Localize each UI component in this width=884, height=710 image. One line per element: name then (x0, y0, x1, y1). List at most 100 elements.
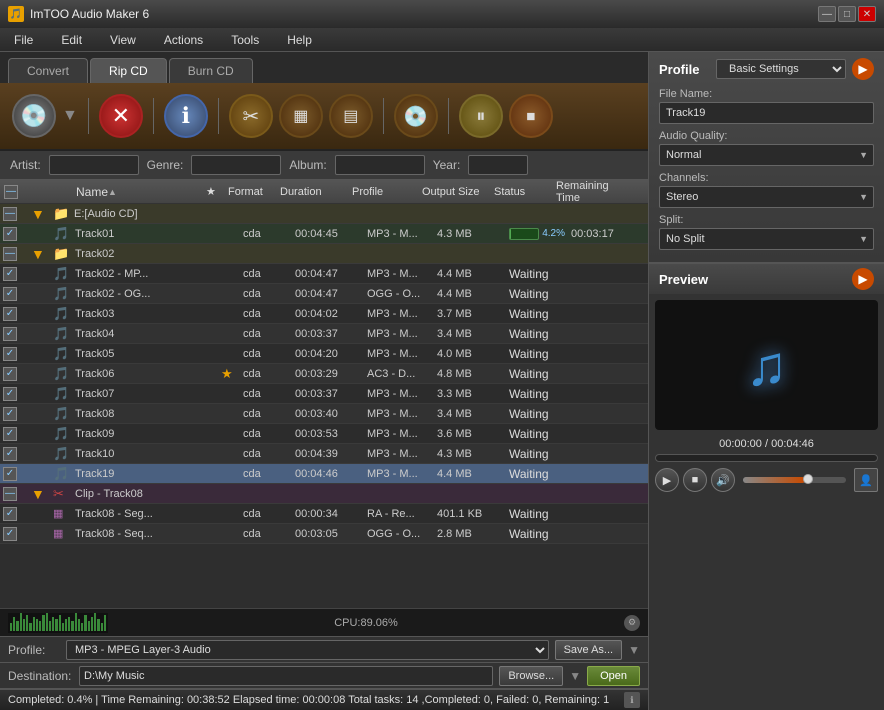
volume-button[interactable]: 🔊 (711, 468, 735, 492)
destination-input[interactable] (79, 666, 493, 686)
header-profile[interactable]: Profile (348, 186, 418, 198)
list-item[interactable]: 🎵 Track10 cda 00:04:39 MP3 - M... 4.3 MB… (0, 444, 648, 464)
genre-input[interactable] (191, 155, 281, 175)
list-item[interactable]: 🎵 Track05 cda 00:04:20 MP3 - M... 4.0 MB… (0, 344, 648, 364)
header-output-size[interactable]: Output Size (418, 186, 490, 198)
open-button[interactable]: Open (587, 666, 640, 686)
list-item[interactable]: ▼ 📁 Track02 (0, 244, 648, 264)
header-check[interactable] (0, 185, 28, 199)
volume-slider[interactable] (743, 477, 846, 483)
row-checkbox[interactable] (3, 307, 17, 321)
browse-dropdown[interactable]: ▼ (569, 669, 581, 683)
strip-button[interactable]: ▦ (279, 94, 323, 138)
row-checkbox[interactable] (3, 247, 17, 261)
menu-file[interactable]: File (8, 31, 39, 49)
audio-quality-select[interactable]: Normal High Low (659, 144, 874, 166)
cd-button[interactable]: 💿 (394, 94, 438, 138)
minimize-button[interactable]: — (818, 6, 836, 22)
row-star[interactable]: ★ (218, 366, 240, 382)
row-checkbox[interactable] (3, 527, 17, 541)
list-item[interactable]: ▦ Track08 - Seg... cda 00:00:34 RA - Re.… (0, 504, 648, 524)
close-button[interactable]: ✕ (858, 6, 876, 22)
tab-burn-cd[interactable]: Burn CD (169, 58, 253, 83)
tab-rip-cd[interactable]: Rip CD (90, 58, 167, 83)
folder-expand-icon[interactable]: ▼ (31, 486, 45, 502)
list-item[interactable]: 🎵 Track09 cda 00:03:53 MP3 - M... 3.6 MB… (0, 424, 648, 444)
list-item[interactable]: ▦ Track08 - Seq... cda 00:03:05 OGG - O.… (0, 524, 648, 544)
list-item[interactable]: 🎵 Track19 cda 00:04:46 MP3 - M... 4.4 MB… (0, 464, 648, 484)
menu-actions[interactable]: Actions (158, 31, 209, 49)
menu-help[interactable]: Help (281, 31, 318, 49)
status-info-icon[interactable]: ℹ (624, 692, 640, 708)
save-as-button[interactable]: Save As... (555, 640, 623, 660)
profile-select[interactable]: MP3 - MPEG Layer-3 Audio (66, 640, 549, 660)
list-item[interactable]: 🎵 Track02 - OG... cda 00:04:47 OGG - O..… (0, 284, 648, 304)
list-item[interactable]: 🎵 Track07 cda 00:03:37 MP3 - M... 3.3 MB… (0, 384, 648, 404)
cpu-icon[interactable]: ⚙ (624, 615, 640, 631)
scissors-button[interactable]: ✂ (229, 94, 273, 138)
browse-button[interactable]: Browse... (499, 666, 563, 686)
year-input[interactable] (468, 155, 528, 175)
menu-view[interactable]: View (104, 31, 142, 49)
header-status[interactable]: Status (490, 186, 552, 198)
row-checkbox[interactable] (3, 227, 17, 241)
waveform-display (8, 613, 108, 633)
row-checkbox[interactable] (3, 487, 17, 501)
menu-tools[interactable]: Tools (225, 31, 265, 49)
list-item[interactable]: 🎵 Track08 cda 00:03:40 MP3 - M... 3.4 MB… (0, 404, 648, 424)
list-item[interactable]: 🎵 Track06 ★ cda 00:03:29 AC3 - D... 4.8 … (0, 364, 648, 384)
header-format[interactable]: Format (224, 186, 276, 198)
tab-convert[interactable]: Convert (8, 58, 88, 83)
row-checkbox[interactable] (3, 387, 17, 401)
file-name-input[interactable] (659, 102, 874, 124)
profile-icon[interactable]: 👤 (854, 468, 878, 492)
row-duration: 00:04:45 (292, 228, 364, 240)
stop-preview-button[interactable]: ■ (683, 468, 707, 492)
row-checkbox[interactable] (3, 347, 17, 361)
row-checkbox[interactable] (3, 407, 17, 421)
save-dropdown[interactable]: ▼ (628, 643, 640, 657)
play-button[interactable]: ▶ (655, 468, 679, 492)
folder-expand-icon[interactable]: ▼ (31, 246, 45, 262)
list-item[interactable]: ▼ ✂ Clip - Track08 (0, 484, 648, 504)
list-item[interactable]: 🎵 Track01 cda 00:04:45 MP3 - M... 4.3 MB… (0, 224, 648, 244)
open-disc-button[interactable]: 💿 (12, 94, 56, 138)
menu-edit[interactable]: Edit (55, 31, 88, 49)
split-select[interactable]: No Split Split by Size Split by Time (659, 228, 874, 250)
album-input[interactable] (335, 155, 425, 175)
file-list[interactable]: ▼ 📁 E:[Audio CD] 🎵 Track01 cda 00:04:4 (0, 204, 648, 608)
info-button[interactable]: ℹ (164, 94, 208, 138)
row-checkbox[interactable] (3, 267, 17, 281)
basic-settings-dropdown[interactable]: Basic Settings Advanced Settings (716, 59, 846, 79)
header-checkbox[interactable] (4, 185, 18, 199)
folder-expand-icon[interactable]: ▼ (31, 206, 45, 222)
stop-button[interactable]: ⏹ (509, 94, 553, 138)
row-checkbox[interactable] (3, 327, 17, 341)
row-checkbox[interactable] (3, 207, 17, 221)
profile-arrow-button[interactable]: ▶ (852, 58, 874, 80)
film-button[interactable]: ▤ (329, 94, 373, 138)
preview-arrow-button[interactable]: ▶ (852, 268, 874, 290)
pause-button[interactable]: ⏸ (459, 94, 503, 138)
row-checkbox[interactable] (3, 507, 17, 521)
disc-dropdown[interactable]: ▼ (62, 107, 78, 125)
header-duration[interactable]: Duration (276, 186, 348, 198)
list-item[interactable]: 🎵 Track04 cda 00:03:37 MP3 - M... 3.4 MB… (0, 324, 648, 344)
list-item[interactable]: ▼ 📁 E:[Audio CD] (0, 204, 648, 224)
row-checkbox[interactable] (3, 467, 17, 481)
artist-label: Artist: (10, 158, 41, 172)
delete-button[interactable]: ✕ (99, 94, 143, 138)
preview-progress-bar[interactable] (655, 454, 878, 462)
row-checkbox[interactable] (3, 427, 17, 441)
audio-icon: 🎵 (53, 266, 69, 282)
row-checkbox[interactable] (3, 287, 17, 301)
header-remaining[interactable]: Remaining Time (552, 180, 632, 204)
list-item[interactable]: 🎵 Track02 - MP... cda 00:04:47 MP3 - M..… (0, 264, 648, 284)
channels-select[interactable]: Stereo Mono (659, 186, 874, 208)
maximize-button[interactable]: □ (838, 6, 856, 22)
list-item[interactable]: 🎵 Track03 cda 00:04:02 MP3 - M... 3.7 MB… (0, 304, 648, 324)
artist-input[interactable] (49, 155, 139, 175)
header-name[interactable]: Name ▲ (72, 185, 202, 199)
row-checkbox[interactable] (3, 367, 17, 381)
row-checkbox[interactable] (3, 447, 17, 461)
